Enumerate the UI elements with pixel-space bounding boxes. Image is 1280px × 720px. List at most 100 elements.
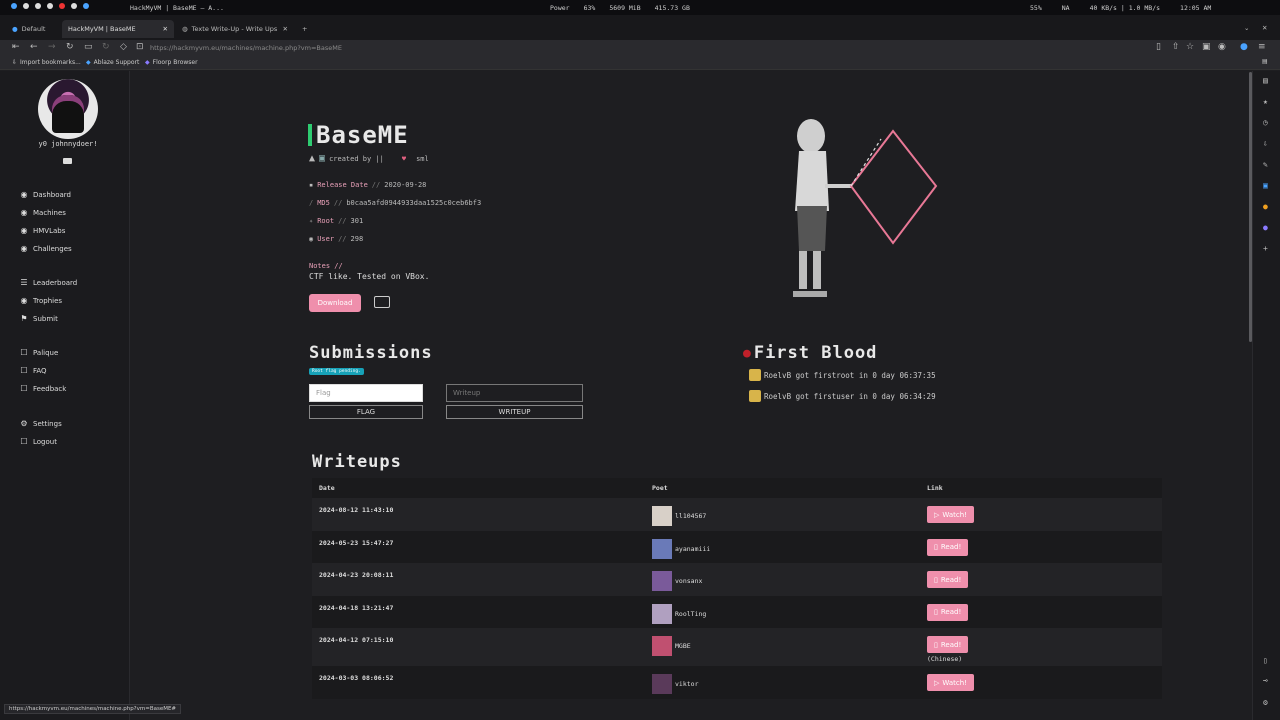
sidebar-item-challenges[interactable]: ◉ Challenges <box>20 244 72 253</box>
sidebar-item-faq[interactable]: ☐ FAQ <box>20 366 47 375</box>
sidebar-item-feedback[interactable]: ☐ Feedback <box>20 384 66 393</box>
writeup-submit-button[interactable]: WRITEUP <box>446 405 583 419</box>
flag-submit-button[interactable]: FLAG <box>309 405 423 419</box>
sidebar-item-label: Dashboard <box>33 190 71 199</box>
read-button[interactable]: ▯ Read! <box>927 603 969 621</box>
add-panel-icon[interactable]: + <box>1263 244 1268 253</box>
book-icon: ▯ <box>934 575 938 584</box>
bookmark-label: Import bookmarks... <box>20 59 81 66</box>
extensions-icon[interactable]: ▣ <box>1202 42 1211 52</box>
writeup-poet[interactable]: viktor <box>652 674 698 694</box>
author-heart-icon: ♥ <box>401 154 407 163</box>
reader-icon[interactable]: ▯ <box>1156 42 1161 52</box>
root-count: 301 <box>350 217 364 225</box>
bookmarks-icon[interactable]: ★ <box>1263 97 1268 106</box>
close-icon[interactable]: ✕ <box>283 25 288 33</box>
share-icon[interactable]: ⇧ <box>1172 42 1180 52</box>
bookmark-import[interactable]: ⇩ Import bookmarks... <box>12 59 81 66</box>
watch-button[interactable]: ▷ Watch! <box>927 506 974 523</box>
first-blood-title: First Blood <box>753 343 878 363</box>
poet-avatar <box>652 603 672 624</box>
battery-indicator[interactable]: 55% <box>1030 4 1042 12</box>
downloads-icon[interactable]: ⇩ <box>1263 139 1268 148</box>
mail-icon[interactable] <box>63 158 72 164</box>
panel-layout-icon[interactable]: ▯ <box>1263 656 1268 665</box>
sidebar-item-dashboard[interactable]: ◉ Dashboard <box>20 190 71 199</box>
app-icon[interactable] <box>23 3 29 9</box>
sidebar-toggle-icon[interactable]: ⇤ <box>12 42 20 52</box>
app-icon[interactable] <box>59 3 65 9</box>
writeup-poet[interactable]: ayanamiii <box>652 538 710 559</box>
os-launcher-icons[interactable] <box>8 3 89 9</box>
home-icon[interactable]: ▭ <box>84 42 93 52</box>
clock[interactable]: 12:05 AM <box>1180 4 1211 12</box>
sidebar-item-submit[interactable]: ⚑ Submit <box>20 314 57 323</box>
title-accent <box>308 124 312 146</box>
close-icon[interactable]: ✕ <box>163 25 168 33</box>
sidebar-item-leaderboard[interactable]: ☰ Leaderboard <box>20 278 77 287</box>
translate-icon[interactable]: ▣ <box>1263 181 1268 190</box>
separator: // <box>338 235 347 243</box>
watch-button[interactable]: ▷ Watch! <box>927 674 974 691</box>
download-button[interactable]: Download <box>309 294 361 312</box>
tab-hackmyvm[interactable]: HackMyVM | BaseME ✕ <box>62 20 174 38</box>
tab-default[interactable]: ● Default <box>6 20 51 38</box>
sidebar-item-logout[interactable]: ☐ Logout <box>20 437 57 446</box>
stop-icon[interactable]: ↻ <box>102 42 110 52</box>
reload-icon[interactable]: ↻ <box>66 42 74 52</box>
sidebar-item-trophies[interactable]: ◉ Trophies <box>20 296 63 305</box>
sidebar-item-palique[interactable]: ☐ Palique <box>20 348 58 357</box>
read-button[interactable]: ▯ Read! <box>927 571 969 588</box>
shield-icon[interactable]: ◇ <box>120 42 127 52</box>
close-window-icon[interactable]: ✕ <box>1262 24 1267 32</box>
read-button[interactable]: ▯ Read! <box>927 538 969 556</box>
bookmarks-folder-icon[interactable]: ▤ <box>1262 58 1268 65</box>
writeup-poet[interactable]: RoolTing <box>652 603 706 624</box>
account-icon[interactable]: ◉ <box>1218 42 1226 52</box>
sidebar-item-hmvlabs[interactable]: ◉ HMVLabs <box>20 226 66 235</box>
history-icon[interactable]: ◷ <box>1263 118 1268 127</box>
menu-icon[interactable]: ≡ <box>1258 42 1266 52</box>
bookmark-ablaze[interactable]: ◆ Ablaze Support <box>86 59 139 66</box>
hash-icon: / <box>309 199 314 207</box>
read-button[interactable]: ▯ Read! <box>927 636 969 653</box>
id-card-icon[interactable] <box>374 296 390 308</box>
profile-icon[interactable]: ● <box>1240 42 1248 52</box>
writeup-poet[interactable]: MGBE <box>652 636 691 656</box>
app-icon[interactable] <box>47 3 53 9</box>
flag-input[interactable]: Flag <box>309 384 423 402</box>
toggle-icon[interactable]: ⊸ <box>1263 676 1268 685</box>
author-name[interactable]: sml <box>416 155 429 163</box>
writeup-poet[interactable]: vonsanx <box>652 571 702 591</box>
tab-writeups[interactable]: ◍ Texte Write-Up - Write Ups ✕ <box>176 20 294 38</box>
url-bar[interactable]: https://hackmyvm.eu/machines/machine.php… <box>150 44 342 52</box>
app-icon[interactable] <box>71 3 77 9</box>
app-icon[interactable] <box>35 3 41 9</box>
notes-text: CTF like. Tested on VBox. <box>309 272 430 281</box>
sidebar-item-machines[interactable]: ◉ Machines <box>20 208 66 217</box>
writeup-input[interactable]: Writeup <box>446 384 583 402</box>
bookmark-floorp[interactable]: ◆ Floorp Browser <box>145 59 198 66</box>
play-icon: ▷ <box>934 678 940 687</box>
settings-gear-icon[interactable]: ⚙ <box>1263 698 1268 707</box>
app-icon[interactable] <box>83 3 89 9</box>
lock-icon[interactable]: ⊡ <box>136 42 144 52</box>
sidebar-item-settings[interactable]: ⚙ Settings <box>20 419 61 428</box>
forward-icon[interactable]: → <box>48 42 56 52</box>
sidebar-item-label: FAQ <box>33 366 47 375</box>
floorp-panel-icon[interactable]: ● <box>1263 223 1268 232</box>
power-indicator[interactable]: Power <box>550 4 570 12</box>
tab-list-icon[interactable]: ⌄ <box>1244 24 1249 32</box>
wifi-indicator[interactable]: NA <box>1062 4 1070 12</box>
addon-icon[interactable]: ● <box>1263 202 1268 211</box>
back-icon[interactable]: ← <box>30 42 38 52</box>
new-tab-button[interactable]: + <box>296 20 313 38</box>
notes-icon[interactable]: ✎ <box>1263 160 1268 169</box>
panel-toggle-icon[interactable]: ▤ <box>1263 76 1268 85</box>
app-icon[interactable] <box>11 3 17 9</box>
tab-label: HackMyVM | BaseME <box>68 25 136 33</box>
avatar[interactable] <box>38 79 98 139</box>
writeup-poet[interactable]: ll104567 <box>652 506 706 526</box>
bookmark-star-icon[interactable]: ☆ <box>1186 42 1194 52</box>
table-row: 2024-04-18 13:21:47 RoolTing ▯ Read! <box>312 595 1162 628</box>
